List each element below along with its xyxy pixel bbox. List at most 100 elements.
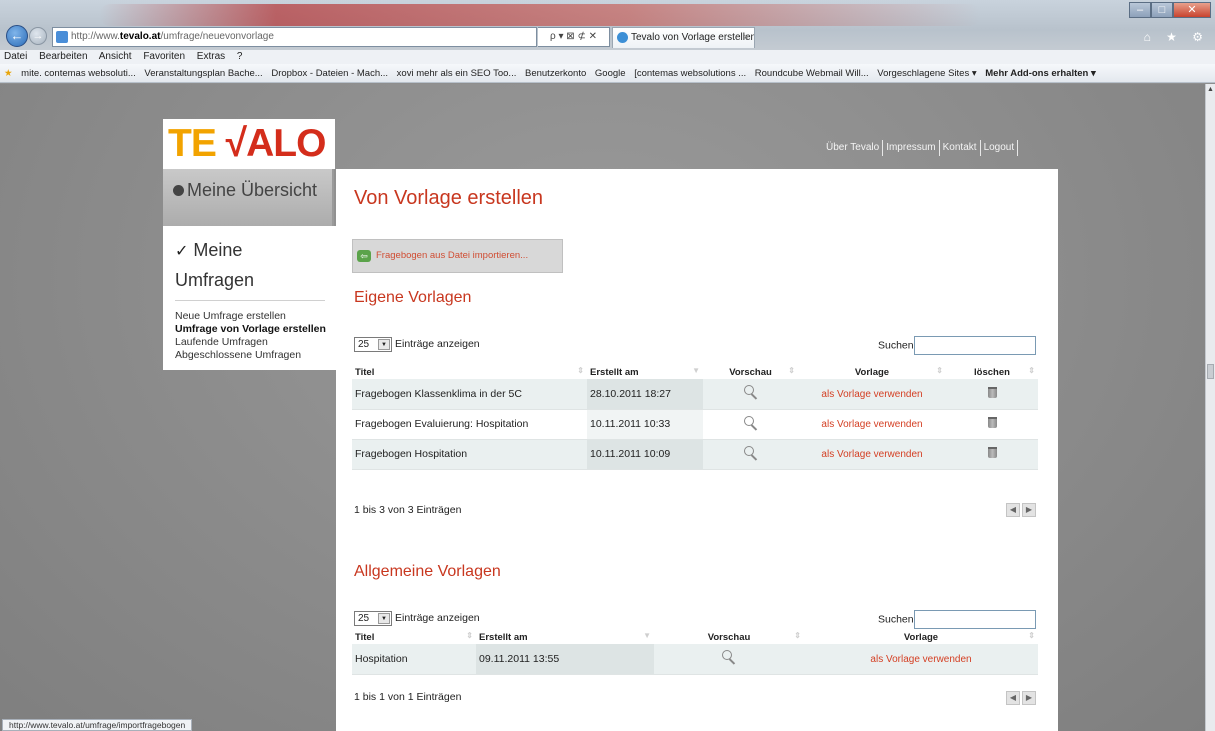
menu-ansicht[interactable]: Ansicht [99,51,132,62]
favorite-link[interactable]: Veranstaltungsplan Bache... [144,68,262,79]
nav-impressum[interactable]: Impressum [886,142,935,153]
favorites-bar: ★ mite. contemas websoluti... Veranstalt… [0,64,1215,83]
sidebar-overview-label: Meine Übersicht [187,180,318,200]
top-navigation: Über Tevalo Impressum Kontakt Logout [826,140,1021,156]
own-search-input[interactable] [913,336,1036,355]
forward-button[interactable]: → [29,27,47,45]
column-header-erstellt[interactable]: Erstellt am ▼ [476,630,654,644]
address-bar[interactable]: http://www.tevalo.at/umfrage/neuevonvorl… [52,27,537,47]
sort-icon: ▼ [643,631,651,640]
column-header-vorlage[interactable]: Vorlage ⇕ [804,630,1038,644]
sidebar-item-laufende[interactable]: Laufende Umfragen [175,336,326,349]
magnifier-icon[interactable] [743,415,758,430]
address-path: /umfrage/neuevonvorlage [160,31,274,42]
import-button-label: Fragebogen aus Datei importieren... [376,250,529,261]
favorites-star-icon[interactable]: ★ [4,68,13,79]
tab-title: Tevalo von Vorlage erstellen [631,32,755,43]
prev-page-button[interactable]: ◀ [1006,691,1020,705]
maximize-button[interactable]: □ [1151,2,1173,18]
import-questionnaire-button[interactable]: ⇦ Fragebogen aus Datei importieren... [352,239,563,273]
table-row: Fragebogen Evaluierung: Hospitation 10.1… [352,409,1038,440]
magnifier-icon[interactable] [743,385,758,399]
column-header-titel[interactable]: Titel ⇕ [352,365,587,379]
nav-logout[interactable]: Logout [984,142,1015,153]
cell-use: als Vorlage verwenden [804,644,1038,675]
trash-icon[interactable] [987,386,997,398]
general-pagination: ◀ ▶ [1004,691,1036,705]
nav-divider [1017,140,1019,156]
menu-help[interactable]: ? [237,51,243,62]
general-templates-heading: Allgemeine Vorlagen [354,563,501,580]
scroll-thumb[interactable] [1207,364,1214,379]
column-header-vorschau[interactable]: Vorschau ⇕ [703,365,798,379]
dropdown-arrow-icon: ▼ [378,338,390,350]
own-entries-select[interactable]: 25 ▼ [354,336,392,352]
nav-kontakt[interactable]: Kontakt [943,142,977,153]
close-window-button[interactable]: ✕ [1173,2,1211,18]
tab-favicon-icon [617,32,628,43]
minimize-button[interactable]: – [1129,2,1151,18]
tab-close-icon[interactable]: × [743,28,749,47]
nav-ueber-tevalo[interactable]: Über Tevalo [826,142,879,153]
sidebar-item-neue-umfrage[interactable]: Neue Umfrage erstellen [175,310,326,323]
nav-divider [938,140,940,156]
nav-divider [882,140,884,156]
general-entries-select[interactable]: 25 ▼ [354,610,392,626]
favorite-link[interactable]: Vorgeschlagene Sites ▾ [877,68,976,79]
next-page-button[interactable]: ▶ [1022,691,1036,705]
browser-tab[interactable]: Tevalo von Vorlage erstellen × [612,27,755,48]
favorite-link[interactable]: Google [595,68,626,79]
column-header-loeschen[interactable]: löschen ⇕ [946,365,1038,379]
sort-icon: ⇕ [1028,631,1035,640]
sort-icon: ⇕ [936,366,943,375]
favorite-link[interactable]: Dropbox - Dateien - Mach... [271,68,388,79]
home-favorites-tools-icons[interactable]: ⌂ ★ ⚙ [1144,30,1209,44]
magnifier-icon[interactable] [722,650,736,664]
favorite-link[interactable]: Benutzerkonto [525,68,586,79]
sidebar-item-abgeschlossene[interactable]: Abgeschlossene Umfragen [175,349,326,362]
column-header-label: Titel [355,366,375,378]
vertical-scrollbar[interactable]: ▲ [1205,84,1215,731]
trash-icon[interactable] [987,447,997,458]
favorite-link[interactable]: xovi mehr als ein SEO Too... [397,68,517,79]
column-header-erstellt[interactable]: Erstellt am ▼ [587,365,703,379]
next-page-button[interactable]: ▶ [1022,503,1036,517]
sidebar-section-title: ✓ Meine Umfragen [175,236,326,294]
column-header-vorlage[interactable]: Vorlage ⇕ [798,365,946,379]
general-templates-table: Titel ⇕ Erstellt am ▼ Vorschau ⇕ Vorlage ⇕ H… [352,630,1038,675]
use-template-link[interactable]: als Vorlage verwenden [821,449,922,460]
sidebar-item-von-vorlage[interactable]: Umfrage von Vorlage erstellen [175,323,326,336]
use-template-link[interactable]: als Vorlage verwenden [821,389,922,400]
favorite-link[interactable]: mite. contemas websoluti... [21,68,136,79]
table-row: Fragebogen Klassenklima in der 5C 28.10.… [352,379,1038,410]
general-length-control: 25 ▼ Einträge anzeigen [354,610,480,626]
trash-icon[interactable] [987,417,997,428]
general-search-input[interactable] [913,610,1036,629]
magnifier-icon[interactable] [743,445,758,460]
prev-page-button[interactable]: ◀ [1006,503,1020,517]
scroll-up-icon[interactable]: ▲ [1207,86,1214,93]
favorite-link[interactable]: Roundcube Webmail Will... [755,68,869,79]
menu-bar: Datei Bearbeiten Ansicht Favoriten Extra… [0,50,1215,64]
status-bar-url: http://www.tevalo.at/umfrage/importfrage… [2,719,193,731]
favorite-link[interactable]: [contemas websolutions ... [634,68,746,79]
address-tools[interactable]: ρ ▾ ⊠ ⊄ ✕ [538,27,610,47]
back-button[interactable]: ← [6,25,28,47]
logo-text-valo: √ALO [225,122,327,165]
use-template-link[interactable]: als Vorlage verwenden [870,654,971,665]
table-row: Hospitation 09.11.2011 13:55 als Vorlage… [352,644,1038,675]
column-header-vorschau[interactable]: Vorschau ⇕ [654,630,804,644]
menu-extras[interactable]: Extras [197,51,225,62]
cell-title: Hospitation [352,644,476,675]
cell-title: Fragebogen Hospitation [352,439,587,470]
sidebar-overview-button[interactable]: Meine Übersicht [163,169,334,226]
menu-favoriten[interactable]: Favoriten [143,51,185,62]
tevalo-logo[interactable]: TE √ALO [163,119,335,169]
menu-datei[interactable]: Datei [4,51,27,62]
column-header-titel[interactable]: Titel ⇕ [352,630,476,644]
favorite-link[interactable]: Mehr Add-ons erhalten ▾ [985,68,1096,79]
use-template-link[interactable]: als Vorlage verwenden [821,419,922,430]
checkmark-icon: ✓ [175,243,189,260]
menu-bearbeiten[interactable]: Bearbeiten [39,51,87,62]
site-favicon-icon [56,31,68,43]
